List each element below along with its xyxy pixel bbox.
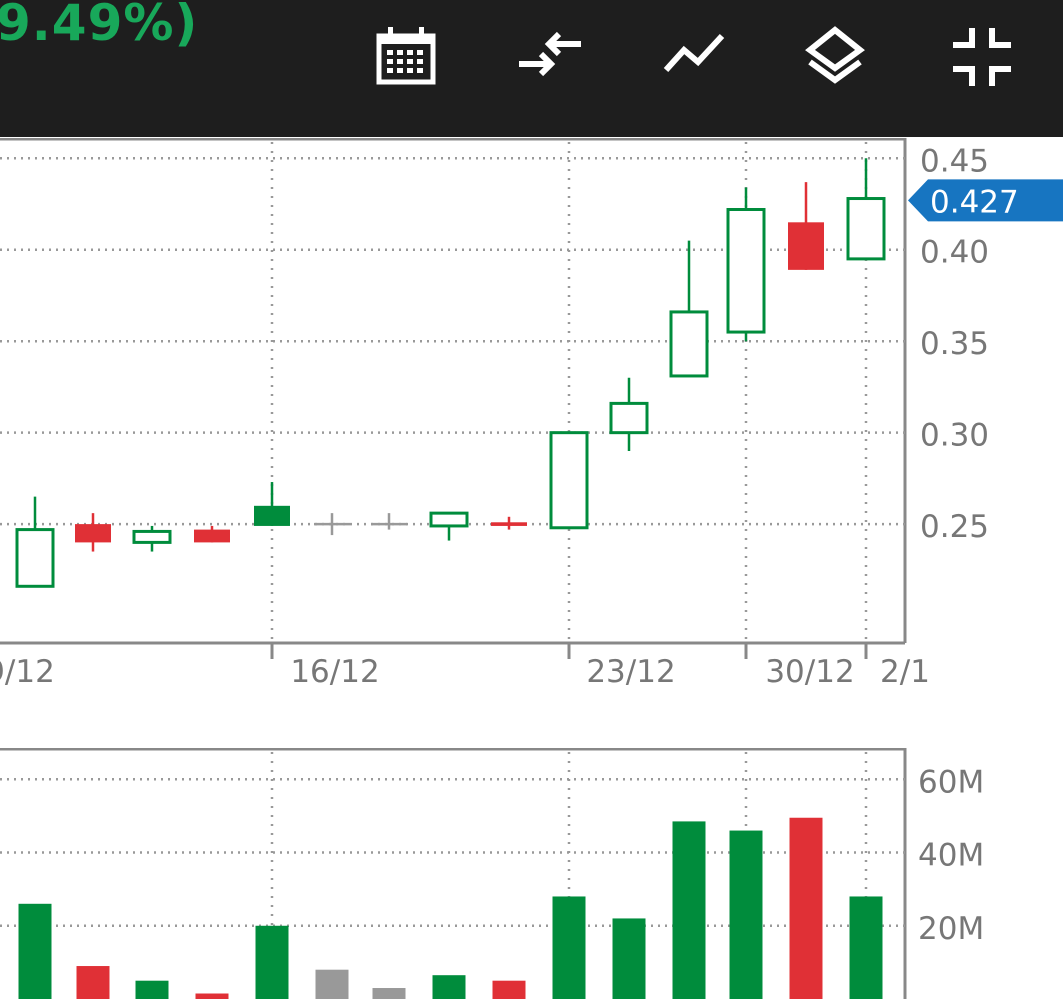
- candle-body: [15, 528, 55, 588]
- volume-chart[interactable]: 20M 40M 60M: [0, 748, 1063, 999]
- x-tick-label: 2/1: [880, 654, 930, 690]
- y-tick-label: 20M: [918, 911, 984, 947]
- x-tick-label: 9/12: [0, 654, 55, 690]
- candle: [726, 187, 766, 342]
- candle-body: [609, 401, 649, 435]
- candle: [609, 377, 649, 451]
- candle: [132, 525, 172, 552]
- candle-body: [669, 310, 709, 378]
- candle: [254, 482, 290, 526]
- volume-bar: [849, 896, 883, 999]
- x-tick-label: 16/12: [290, 654, 379, 690]
- current-price-label: 0.427: [930, 184, 1019, 220]
- volume-bar: [76, 966, 110, 999]
- candle: [549, 431, 589, 530]
- layers-icon[interactable]: [800, 22, 870, 92]
- line-chart-icon[interactable]: [658, 22, 728, 92]
- compare-arrows-icon[interactable]: [515, 22, 585, 92]
- y-tick-label: 40M: [918, 838, 984, 874]
- volume-bar: [552, 896, 586, 999]
- volume-bar: [315, 969, 349, 999]
- candle-body: [788, 222, 824, 270]
- candle-body: [549, 431, 589, 530]
- candle-body: [75, 524, 111, 543]
- y-tick-label: 0.30: [920, 418, 989, 454]
- volume-bar: [729, 830, 763, 999]
- y-tick-label: 0.40: [920, 235, 989, 271]
- y-tick-label: 0.45: [920, 143, 989, 179]
- candle: [491, 516, 527, 530]
- price-change-percent: 9.49%): [0, 0, 199, 52]
- volume-bar: [372, 988, 406, 999]
- candle-body: [194, 529, 230, 543]
- volume-bar: [492, 980, 526, 999]
- y-tick-label: 0.25: [920, 509, 989, 545]
- volume-bar: [612, 918, 646, 999]
- candle: [669, 240, 709, 378]
- volume-bar: [195, 993, 229, 999]
- candle: [371, 513, 407, 530]
- collapse-icon[interactable]: [947, 22, 1017, 92]
- volume-bar: [18, 903, 52, 999]
- candle: [75, 513, 111, 552]
- volume-bar: [672, 821, 706, 999]
- candle: [314, 513, 350, 536]
- candle: [846, 158, 886, 261]
- candle-body: [726, 208, 766, 334]
- candle-body: [846, 197, 886, 261]
- candle: [194, 525, 230, 543]
- candle-body: [132, 529, 172, 544]
- y-tick-label: 0.35: [920, 326, 989, 362]
- calendar-icon[interactable]: [371, 22, 441, 92]
- candle-body: [491, 522, 527, 526]
- candle-body: [254, 505, 290, 526]
- volume-bar: [432, 975, 466, 999]
- candle-body: [429, 511, 469, 528]
- price-chart[interactable]: 0.25 0.30 0.35 0.40 0.45 9/12 16/12 23/12 30/12 2…: [0, 138, 1063, 698]
- volume-bar: [135, 980, 169, 999]
- top-toolbar: 9.49%): [0, 0, 1063, 137]
- candle: [15, 496, 55, 588]
- volume-bar: [255, 925, 289, 999]
- volume-bar: [789, 817, 823, 999]
- candle: [429, 511, 469, 541]
- x-tick-label: 30/12: [765, 654, 854, 690]
- x-tick-label: 23/12: [586, 654, 675, 690]
- candle: [788, 182, 824, 270]
- y-tick-label: 60M: [918, 764, 984, 800]
